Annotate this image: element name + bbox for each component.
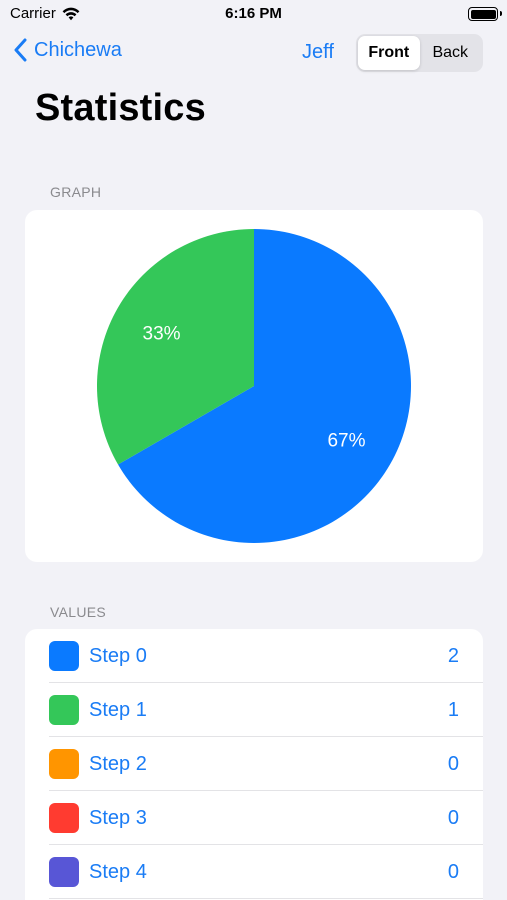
list-item-step-4[interactable]: Step 4 0 [25,845,483,899]
chevron-left-icon [14,38,27,62]
step-value: 1 [447,698,459,721]
segment-back[interactable]: Back [420,36,482,70]
status-time: 6:16 PM [225,5,282,22]
step-value: 2 [447,644,459,667]
page-title: Statistics [35,87,206,129]
values-card: Step 0 2 Step 1 1 Step 2 0 Step 3 0 Step… [25,629,483,900]
step-value: 0 [447,806,459,829]
segment-front[interactable]: Front [358,36,420,70]
step-label: Step 4 [89,860,147,883]
pie-chart: 67% 33% [97,229,412,543]
graph-card: 67% 33% [25,210,483,562]
color-swatch [49,857,79,887]
color-swatch [49,749,79,779]
pie-slice-label-1: 33% [143,324,181,345]
color-swatch [49,641,79,671]
row-divider [49,898,483,899]
list-item-step-2[interactable]: Step 2 0 [25,737,483,791]
step-value: 0 [447,860,459,883]
color-swatch [49,803,79,833]
status-bar: Carrier 6:16 PM [0,0,507,30]
step-label: Step 3 [89,806,147,829]
battery-icon [468,7,502,21]
graph-section-header: GRAPH [50,184,102,200]
list-item-step-3[interactable]: Step 3 0 [25,791,483,845]
back-button[interactable]: Chichewa [14,38,122,62]
pie-slice-label-0: 67% [327,430,365,451]
color-swatch [49,695,79,725]
values-section-header: VALUES [50,604,107,620]
step-label: Step 2 [89,752,147,775]
back-button-label: Chichewa [34,38,122,61]
list-item-step-0[interactable]: Step 0 2 [25,629,483,683]
step-value: 0 [447,752,459,775]
list-item-step-1[interactable]: Step 1 1 [25,683,483,737]
step-label: Step 1 [89,698,147,721]
user-button[interactable]: Jeff [302,41,334,64]
side-segmented-control[interactable]: Front Back [356,34,483,72]
step-label: Step 0 [89,644,147,667]
